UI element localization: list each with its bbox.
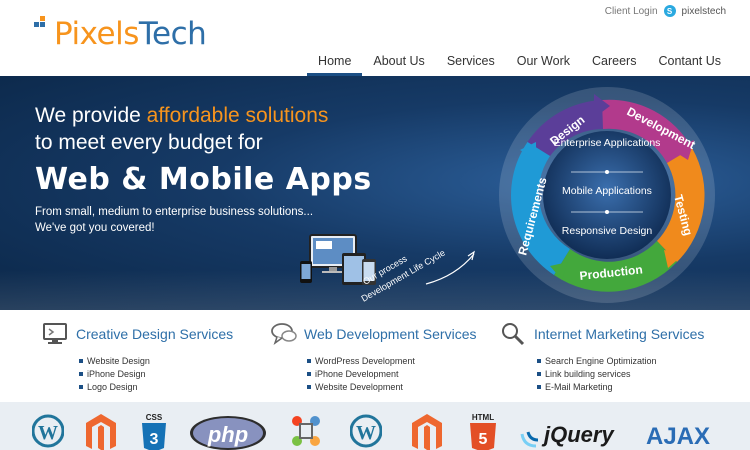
service-item[interactable]: Website Design	[79, 355, 233, 368]
service-title[interactable]: Internet Marketing Services	[534, 326, 704, 342]
logo-mark	[34, 16, 48, 30]
site-logo[interactable]: PixelsTech	[34, 14, 207, 54]
service-title[interactable]: Creative Design Services	[76, 326, 233, 342]
hero-subtext-1: From small, medium to enterprise busines…	[35, 206, 314, 218]
service-item[interactable]: Website Development	[307, 381, 476, 394]
svg-text:W: W	[356, 422, 376, 444]
php-icon: php	[190, 416, 266, 450]
service-item[interactable]: iPhone Development	[307, 368, 476, 381]
service-item[interactable]: iPhone Design	[79, 368, 233, 381]
nav-item-home[interactable]: Home	[307, 46, 363, 80]
svg-text:CSS: CSS	[146, 413, 163, 422]
service-item[interactable]: Logo Design	[79, 381, 233, 394]
svg-text:W: W	[38, 422, 58, 444]
service-creative-design: Creative Design Services Website Design …	[42, 322, 233, 394]
wheel-center-enterprise: Enterprise Applications	[554, 137, 661, 149]
magnifier-icon	[502, 323, 525, 346]
development-lifecycle-wheel: Design Development Testing Production Re…	[499, 87, 715, 303]
service-web-development: Web Development Services WordPress Devel…	[270, 322, 476, 394]
svg-text:AJAX: AJAX	[646, 423, 710, 450]
service-item[interactable]: Search Engine Optimization	[537, 355, 704, 368]
service-internet-marketing: Internet Marketing Services Search Engin…	[500, 322, 704, 394]
hero-banner: We provide affordable solutions to meet …	[0, 76, 750, 310]
service-item[interactable]: E-Mail Marketing	[537, 381, 704, 394]
service-item[interactable]: Link building services	[537, 368, 704, 381]
process-annotation: Our process Development Life Cycle	[360, 248, 475, 304]
svg-text:jQuery: jQuery	[541, 422, 615, 447]
top-bar: Client Login S pixelstech	[605, 5, 726, 17]
svg-text:5: 5	[479, 431, 488, 448]
skype-name[interactable]: pixelstech	[682, 6, 726, 17]
technology-logos-strip: W CSS 3 php W HTML 5 jQuery AJAX	[0, 402, 750, 450]
wheel-center-mobile: Mobile Applications	[562, 185, 652, 197]
html5-icon: HTML 5	[470, 413, 496, 450]
service-title[interactable]: Web Development Services	[304, 326, 476, 342]
hero-line-2: to meet every budget for	[35, 131, 263, 154]
nav-item-our-work[interactable]: Our Work	[506, 46, 581, 76]
nav-item-services[interactable]: Services	[436, 46, 506, 76]
client-login-link[interactable]: Client Login	[605, 6, 658, 17]
wordpress-icon: W	[32, 414, 64, 448]
nav-item-contact-us[interactable]: Contant Us	[647, 46, 732, 76]
site-header: PixelsTech Client Login S pixelstech Hom…	[0, 0, 750, 80]
svg-text:php: php	[207, 422, 248, 447]
hero-line-1: We provide affordable solutions	[35, 104, 329, 127]
main-nav: Home About Us Services Our Work Careers …	[307, 46, 732, 80]
skype-icon[interactable]: S	[663, 5, 676, 17]
services-section: Creative Design Services Website Design …	[0, 310, 750, 402]
hero-subtext-2: We've got you covered!	[35, 222, 155, 234]
ajax-icon: AJAX	[646, 423, 710, 450]
logo-text: PixelsTech	[54, 16, 207, 52]
nav-item-careers[interactable]: Careers	[581, 46, 647, 76]
chat-bubbles-icon	[271, 323, 297, 345]
css3-icon: CSS 3	[142, 413, 166, 450]
magento-icon	[86, 414, 116, 450]
magento-icon	[412, 414, 442, 450]
joomla-icon	[292, 416, 320, 446]
nav-item-about-us[interactable]: About Us	[362, 46, 435, 76]
svg-text:3: 3	[150, 431, 159, 448]
monitor-icon	[43, 323, 67, 344]
svg-text:HTML: HTML	[472, 413, 494, 422]
wheel-center-responsive: Responsive Design	[562, 225, 653, 237]
wordpress-icon: W	[350, 414, 382, 448]
hero-headline: Web & Mobile Apps	[35, 162, 372, 197]
service-item[interactable]: WordPress Development	[307, 355, 476, 368]
jquery-icon: jQuery	[520, 422, 615, 448]
